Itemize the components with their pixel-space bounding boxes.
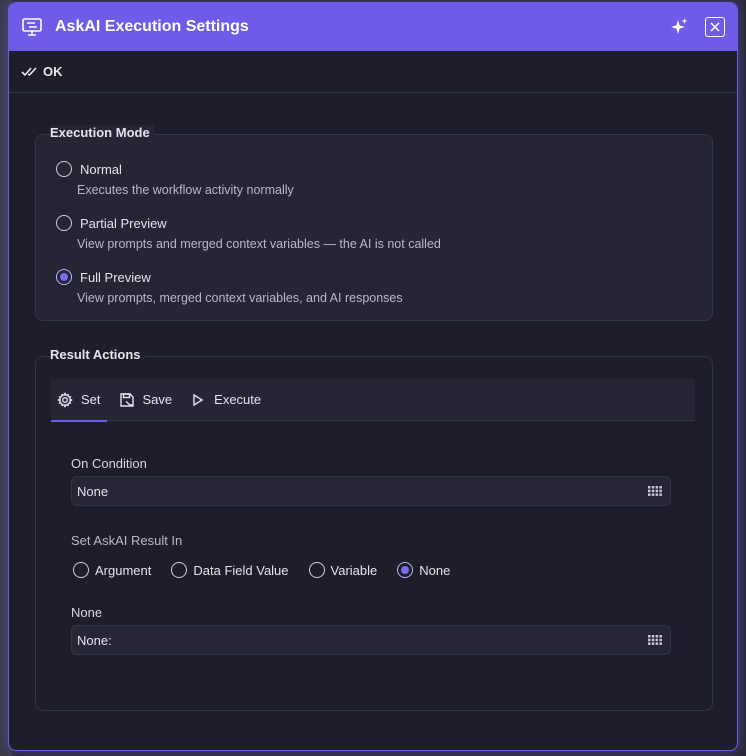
window-title: AskAI Execution Settings <box>55 18 249 35</box>
result-actions-legend: Result Actions <box>50 347 145 362</box>
none-field-label: None <box>71 605 103 620</box>
dialog-window: AskAI Execution Settings OK Execution Mo… <box>8 2 738 751</box>
toolbar: OK <box>9 51 737 93</box>
close-icon <box>710 22 720 32</box>
execution-mode-legend: Execution Mode <box>50 125 154 140</box>
set-result-in-label: Set AskAI Result In <box>71 533 183 548</box>
radio-label: Variable <box>330 562 378 578</box>
tab-set[interactable]: Set <box>51 379 107 422</box>
radio-label: Argument <box>95 562 152 578</box>
radio-button[interactable] <box>73 562 89 578</box>
save-icon <box>119 392 134 407</box>
tab-execute[interactable]: Execute <box>184 379 267 421</box>
radio-data-field-value[interactable]: Data Field Value <box>171 562 289 578</box>
keypad-icon[interactable] <box>648 635 662 645</box>
radio-none[interactable]: None <box>397 562 450 578</box>
radio-button[interactable] <box>56 161 72 177</box>
radio-label: Full Preview <box>80 269 151 285</box>
field-value: None: <box>77 632 112 648</box>
radio-label: Partial Preview <box>80 215 167 231</box>
radio-description: View prompts, merged context variables, … <box>77 291 403 305</box>
tab-label: Save <box>142 392 173 407</box>
ok-button[interactable]: OK <box>21 64 63 79</box>
set-result-in-radios: Argument Data Field Value Variable None <box>73 562 470 578</box>
on-condition-label: On Condition <box>71 456 147 471</box>
radio-label: Normal <box>80 161 122 177</box>
radio-normal[interactable]: Normal <box>56 161 122 177</box>
radio-partial-preview[interactable]: Partial Preview <box>56 215 167 231</box>
on-condition-field[interactable]: None <box>71 476 671 506</box>
radio-full-preview[interactable]: Full Preview <box>56 269 151 285</box>
radio-button[interactable] <box>308 562 325 578</box>
play-icon <box>193 393 204 406</box>
radio-button-checked[interactable] <box>56 269 72 285</box>
result-actions-group: Result Actions Set Save Execute On Condi… <box>35 347 713 711</box>
execution-mode-group: Execution Mode Normal Executes the workf… <box>35 125 713 321</box>
radio-label: Data Field Value <box>193 562 289 578</box>
tab-label: Set <box>81 392 101 407</box>
radio-label: None <box>419 562 451 578</box>
radio-description: View prompts and merged context variable… <box>77 237 441 251</box>
result-actions-tabs: Set Save Execute <box>51 379 695 422</box>
gear-icon <box>57 391 73 408</box>
field-value: None <box>77 483 109 499</box>
monitor-settings-icon <box>21 16 43 38</box>
close-button[interactable] <box>705 17 725 37</box>
radio-button[interactable] <box>56 215 72 231</box>
radio-argument[interactable]: Argument <box>73 562 151 578</box>
title-bar: AskAI Execution Settings <box>9 3 737 51</box>
none-field[interactable]: None: <box>71 625 671 655</box>
ok-label: OK <box>43 64 63 79</box>
radio-variable[interactable]: Variable <box>308 562 378 578</box>
radio-button-checked[interactable] <box>397 562 414 578</box>
radio-button[interactable] <box>171 562 188 578</box>
tab-save[interactable]: Save <box>113 379 179 421</box>
sparkle-ai-icon[interactable] <box>669 17 689 37</box>
double-check-icon <box>21 66 37 76</box>
radio-description: Executes the workflow activity normally <box>77 183 294 197</box>
keypad-icon[interactable] <box>648 486 662 496</box>
tab-label: Execute <box>214 392 262 407</box>
